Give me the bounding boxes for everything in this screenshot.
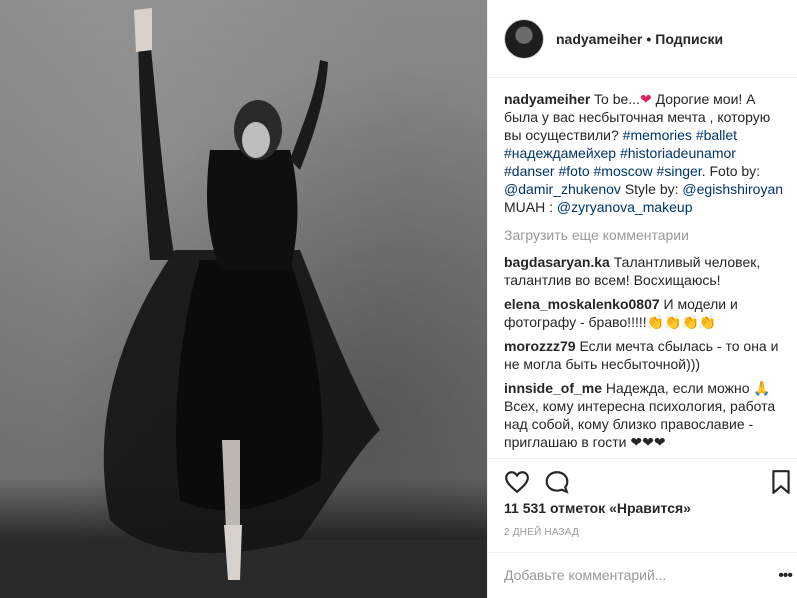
stylist-mention-link[interactable]: @egishshiroyan — [682, 181, 783, 197]
post-header: nadyameiher • Подписки — [488, 0, 797, 78]
speech-bubble-icon[interactable] — [544, 469, 570, 495]
comments-list[interactable]: nadyameiher To be...❤ Дорогие мои! А был… — [504, 90, 788, 458]
comment-item: morozzz79 Если мечта сбылась - то она и … — [504, 337, 788, 373]
hashtag-link[interactable]: #надеждамейхер — [504, 145, 616, 161]
caption-text-start: To be... — [594, 91, 640, 107]
caption-foto-by: . Foto by: — [701, 163, 761, 179]
caption-muah: MUAH : — [504, 199, 553, 215]
ellipsis-icon[interactable]: ••• — [778, 567, 793, 585]
hashtag-link[interactable]: #moscow — [594, 163, 653, 179]
hashtag-link[interactable]: #danser — [504, 163, 555, 179]
load-more-comments-button[interactable]: Загрузить еще комментарии — [504, 226, 788, 244]
bookmark-icon[interactable] — [768, 469, 794, 495]
comment-username-link[interactable]: elena_moskalenko0807 — [504, 296, 660, 312]
avatar[interactable] — [504, 18, 544, 59]
header-username-link[interactable]: nadyameiher — [556, 31, 642, 47]
post-photo[interactable] — [0, 0, 487, 598]
likes-count[interactable]: 11 531 отметок «Нравится» — [504, 500, 691, 516]
hashtag-link[interactable]: #singer — [657, 163, 702, 179]
hashtag-link[interactable]: #historiadeunamor — [620, 145, 736, 161]
add-comment-section: ••• — [488, 552, 797, 598]
heart-emoji: ❤ — [639, 91, 652, 107]
caption: nadyameiher To be...❤ Дорогие мои! А был… — [504, 90, 788, 216]
comment-username-link[interactable]: morozzz79 — [504, 338, 576, 354]
caption-username-link[interactable]: nadyameiher — [504, 91, 590, 107]
comment-username-link[interactable]: bagdasaryan.ka — [504, 254, 610, 270]
add-comment-input[interactable] — [504, 565, 764, 585]
comment-item: innside_of_me Надежда, если можно 🙏 Всех… — [504, 379, 788, 451]
comment-item: bagdasaryan.ka Талантливый человек, тала… — [504, 253, 788, 289]
post-date[interactable]: 2 ДНЕЙ НАЗАД — [504, 527, 579, 538]
hashtag-link[interactable]: #foto — [558, 163, 589, 179]
photo-illustration — [0, 8, 487, 598]
follow-button[interactable]: Подписки — [655, 31, 723, 47]
makeup-mention-link[interactable]: @zyryanova_makeup — [557, 199, 693, 215]
header-separator: • — [646, 30, 652, 47]
hashtag-link[interactable]: #ballet — [696, 127, 737, 143]
caption-style-by: Style by: — [624, 181, 679, 197]
post-sidebar: nadyameiher • Подписки nadyameiher To be… — [487, 0, 797, 598]
heart-outline-icon[interactable] — [504, 469, 530, 495]
comment-item: elena_moskalenko0807 И модели и фотограф… — [504, 295, 788, 331]
action-bar — [488, 458, 797, 498]
photographer-mention-link[interactable]: @damir_zhukenov — [504, 181, 621, 197]
comment-username-link[interactable]: innside_of_me — [504, 380, 602, 396]
hashtag-link[interactable]: #memories — [623, 127, 692, 143]
